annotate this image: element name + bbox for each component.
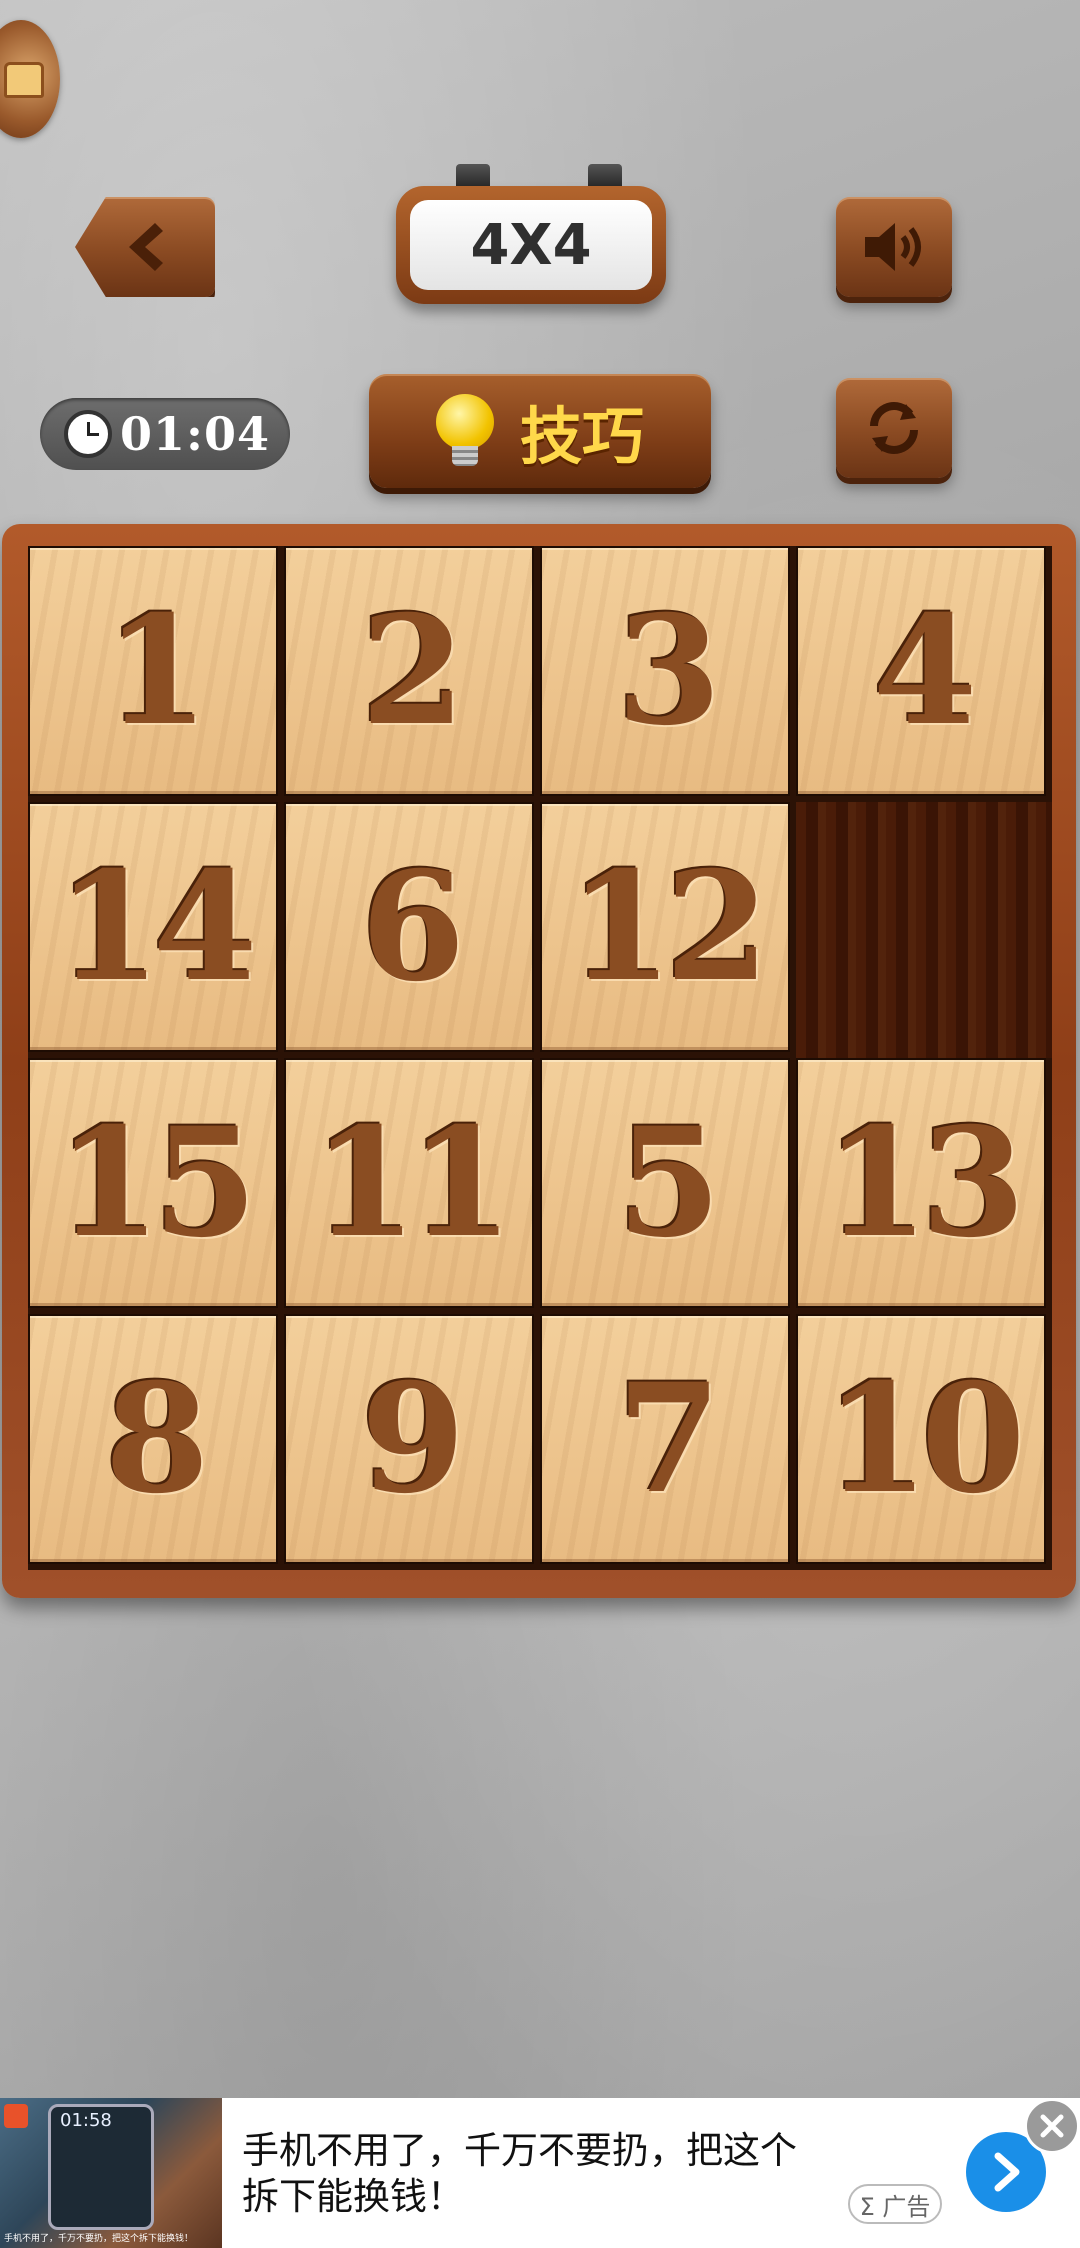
sound-button[interactable] (836, 197, 952, 297)
ad-banner[interactable]: 01:58 手机不用了，千万不要扔，把这个拆下能换钱！ 手机不用了，千万不要扔，… (0, 2098, 1080, 2248)
tile-number: 6 (360, 839, 465, 1015)
tile-number: 15 (56, 1095, 258, 1271)
puzzle-board: 1 2 3 4 14 6 12 15 11 5 13 8 9 7 10 (2, 524, 1076, 1598)
ad-thumbnail: 01:58 手机不用了，千万不要扔，把这个拆下能换钱！ (0, 2098, 222, 2248)
tile-number: 14 (56, 839, 258, 1015)
close-ad-button[interactable] (1024, 2098, 1080, 2154)
tile-number: 4 (872, 583, 977, 759)
ad-thumb-caption: 手机不用了，千万不要扔，把这个拆下能换钱！ (4, 2234, 194, 2244)
tile-number: 7 (616, 1351, 721, 1527)
tips-button[interactable]: 技巧 (369, 374, 711, 488)
tile[interactable]: 1 (28, 546, 278, 796)
refresh-icon (870, 402, 918, 454)
ad-badge (4, 2104, 28, 2128)
restart-button[interactable] (836, 378, 952, 478)
treasure-chest-icon (4, 62, 44, 98)
clock-icon (64, 410, 112, 458)
tile[interactable]: 5 (540, 1058, 790, 1308)
tile[interactable]: 3 (540, 546, 790, 796)
lightbulb-icon (435, 394, 494, 468)
tile[interactable]: 11 (284, 1058, 534, 1308)
tile-number: 12 (568, 839, 770, 1015)
tile[interactable]: 9 (284, 1314, 534, 1564)
tile-number: 10 (824, 1351, 1026, 1527)
ad-text: 手机不用了，千万不要扔，把这个拆下能换钱！ (242, 2129, 797, 2218)
tile[interactable]: 13 (796, 1058, 1046, 1308)
tile[interactable]: 12 (540, 802, 790, 1052)
treasure-chest-button[interactable] (0, 20, 60, 138)
tile[interactable]: 10 (796, 1314, 1046, 1564)
tile-number: 13 (824, 1095, 1026, 1271)
tile[interactable]: 8 (28, 1314, 278, 1564)
chevron-left-icon (129, 223, 163, 271)
tile-number: 9 (360, 1351, 465, 1527)
tile[interactable]: 2 (284, 546, 534, 796)
tile-number: 8 (104, 1351, 209, 1527)
tile[interactable]: 15 (28, 1058, 278, 1308)
tile-number: 11 (312, 1095, 514, 1271)
tile-number: 3 (616, 583, 721, 759)
ad-label: Σ 广告 (848, 2184, 942, 2224)
tile[interactable]: 7 (540, 1314, 790, 1564)
speaker-icon (865, 223, 921, 271)
tips-label: 技巧 (519, 400, 644, 473)
ad-thumb-time: 01:58 (60, 2110, 112, 2131)
chevron-right-icon (994, 2152, 1020, 2192)
tile[interactable]: 4 (796, 546, 1046, 796)
game-timer: 01:04 (40, 398, 290, 470)
puzzle-grid: 1 2 3 4 14 6 12 15 11 5 13 8 9 7 10 (28, 546, 1052, 1570)
tile-number: 1 (104, 583, 209, 759)
back-button[interactable] (75, 197, 215, 297)
empty-slot (796, 802, 1052, 1058)
level-title: 4X4 (410, 200, 652, 290)
tile-number: 2 (360, 583, 465, 759)
level-sign: 4X4 (396, 186, 666, 304)
timer-value: 01:04 (120, 407, 271, 461)
tile[interactable]: 6 (284, 802, 534, 1052)
tile[interactable]: 14 (28, 802, 278, 1052)
tile-number: 5 (616, 1095, 721, 1271)
close-icon (1040, 2114, 1064, 2138)
